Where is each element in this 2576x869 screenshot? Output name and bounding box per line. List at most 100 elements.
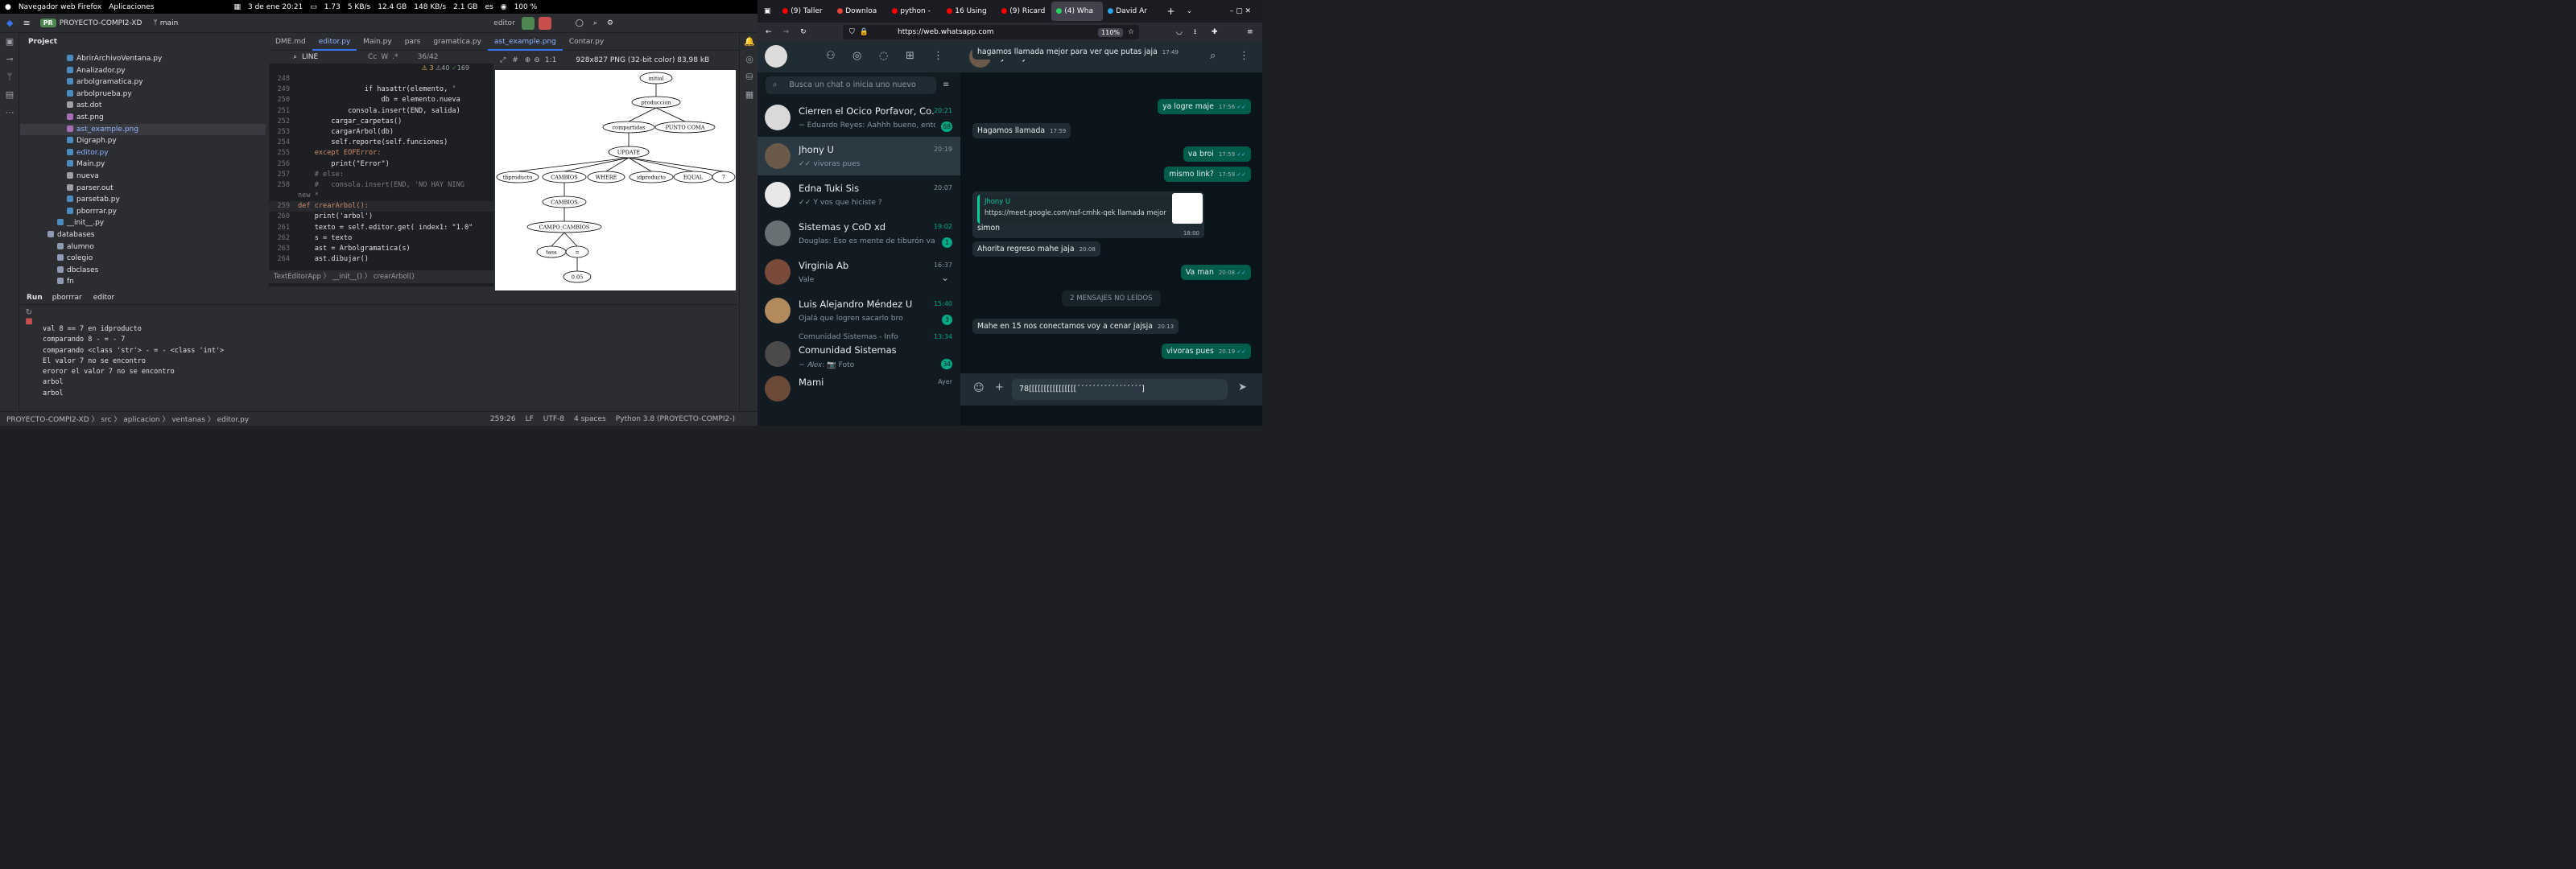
stop-button[interactable]	[538, 16, 551, 30]
project-panel-title[interactable]: Project	[28, 38, 57, 46]
project-tree-item[interactable]: Analizador.py	[20, 65, 266, 77]
message-input[interactable]: 78[[[[[[[[[[[[[[[[´´´´´´´´´´´´´´´´´]	[1012, 379, 1228, 400]
zoom-out-icon[interactable]: ⊖	[534, 56, 540, 64]
run-panel-title[interactable]: Run	[27, 294, 43, 302]
incoming-message[interactable]: Mahe en 15 nos conectamos voy a cenar ja…	[972, 319, 1179, 334]
status-icon[interactable]: ◎	[852, 50, 861, 62]
quoted-link-preview[interactable]: Jhony U https://meet.google.com/nsf-cmhk-…	[977, 193, 1203, 224]
project-tree-item[interactable]: arbolgramatica.py	[20, 76, 266, 89]
reload-icon[interactable]: ↻	[800, 28, 807, 36]
caret-position[interactable]: 259:26	[490, 415, 516, 423]
breadcrumb-function[interactable]: crearArbol()	[374, 273, 415, 281]
breadcrumb-class[interactable]: TextEditorApp	[274, 273, 321, 281]
find-input[interactable]: LINE	[302, 53, 358, 61]
actual-size-button[interactable]: 1:1	[545, 56, 556, 64]
ai-assistant-icon[interactable]: ◎	[740, 51, 759, 68]
editor-tab[interactable]: pars	[398, 33, 427, 51]
status-path-segment[interactable]: aplicacion	[123, 416, 159, 424]
outgoing-message[interactable]: vivoras pues 20:19 ✓✓	[1161, 344, 1251, 359]
rerun-icon[interactable]: ↻	[20, 308, 38, 317]
project-tree-item[interactable]: ast_example.png	[20, 123, 266, 136]
my-avatar[interactable]	[765, 45, 787, 68]
incoming-message[interactable]: Jhony U https://meet.google.com/nsf-cmhk-…	[972, 192, 1204, 238]
editor-tab[interactable]: DME.md	[269, 33, 312, 51]
wifi-icon[interactable]: ◉	[501, 3, 507, 11]
editor-tab[interactable]: Contar.py	[563, 33, 610, 51]
database-icon[interactable]: ⛁	[740, 68, 759, 86]
chat-search-input[interactable]: ⌕ Busca un chat o inicia uno nuevo	[766, 76, 936, 94]
back-icon[interactable]: ←	[766, 28, 772, 36]
filter-icon[interactable]: ≡	[943, 80, 949, 89]
downloads-icon[interactable]: ⭳	[1194, 26, 1196, 39]
url-text[interactable]: https://web.whatsapp.com	[898, 28, 994, 36]
project-tree-item[interactable]: parser.out	[20, 183, 266, 195]
git-tool-icon[interactable]: ᛘ	[0, 68, 19, 86]
more-tools-icon[interactable]: ⋯	[0, 104, 19, 121]
sciview-icon[interactable]: ▦	[740, 86, 759, 104]
outgoing-message[interactable]: va broi 17:59 ✓✓	[1183, 146, 1251, 162]
hamburger-menu-icon[interactable]: ≡	[23, 18, 30, 28]
editor-tab[interactable]: ast_example.png	[487, 33, 563, 51]
window-controls[interactable]: – ▢ ✕	[1230, 7, 1251, 15]
settings-icon[interactable]: ⚙	[607, 19, 613, 27]
breadcrumb-init[interactable]: __init__()	[332, 273, 362, 281]
status-path-segment[interactable]: editor.py	[217, 416, 250, 424]
menu-icon[interactable]: ⋮	[933, 50, 943, 62]
browser-tab[interactable]: ● (9) Taller	[778, 2, 832, 21]
chat-list-item[interactable]: Virginia Ab Vale 16:37 ⌄	[758, 253, 960, 291]
keyboard-layout[interactable]: es	[485, 3, 493, 11]
send-icon[interactable]: ➤	[1238, 381, 1247, 393]
chat-list-item[interactable]: Sistemas y CoD xd Douglas: Eso es mente d…	[758, 214, 960, 253]
chevron-down-icon[interactable]: ⌄	[941, 272, 949, 283]
project-tree-item[interactable]: parsetab.py	[20, 194, 266, 206]
attach-plus-icon[interactable]: +	[995, 381, 1004, 393]
inspection-widget[interactable]: ⚠ 3 ⚠40 ✓169	[269, 64, 493, 74]
chat-list-item[interactable]: Edna Tuki Sis ✓✓ Y vos que hiciste ? 20:07	[758, 175, 960, 214]
editor-tab[interactable]: gramatica.py	[427, 33, 488, 51]
shield-icon[interactable]: ⛉	[849, 28, 855, 36]
zoom-in-icon[interactable]: ⊕	[525, 56, 531, 64]
pocket-icon[interactable]: ◡	[1176, 28, 1183, 36]
incoming-message[interactable]: Hagamos llamada 17:59	[972, 123, 1071, 138]
incoming-message[interactable]: Ahorita regreso mahe jaja 20:08	[972, 241, 1100, 257]
browser-tab[interactable]: ● (4) Wha	[1051, 2, 1103, 21]
interpreter[interactable]: Python 3.8 (PROYECTO-COMPI2-)	[616, 415, 735, 423]
encoding[interactable]: UTF-8	[543, 415, 564, 423]
channels-icon[interactable]: ◌	[879, 50, 888, 62]
project-tree-item[interactable]: nueva	[20, 171, 266, 183]
chat-list-item[interactable]: Luis Alejandro Méndez U Ojalá que logren …	[758, 291, 960, 330]
app-menu[interactable]: Navegador web Firefox	[19, 3, 101, 11]
chat-list-item[interactable]: Mami Ayer	[758, 369, 960, 408]
fit-icon[interactable]: ⤢	[500, 56, 506, 64]
project-tree-item[interactable]: Main.py	[20, 159, 266, 171]
tab-list-icon[interactable]: ⌄	[1187, 7, 1193, 15]
code-editor[interactable]: ⌕ LINE Cc W .* 36/42 ⚠ 3 ⚠40 ✓169 248 249…	[269, 51, 493, 286]
browser-tab[interactable]: ● Downloa	[832, 2, 887, 21]
project-tree-item[interactable]: dbclases	[20, 265, 266, 277]
emoji-icon[interactable]: ☺	[973, 382, 985, 394]
project-tree-item[interactable]: AbrirArchivoVentana.py	[20, 53, 266, 65]
line-ending[interactable]: LF	[526, 415, 534, 423]
browser-tab[interactable]: ● David Ar	[1103, 2, 1158, 21]
project-tree-item[interactable]: databases	[20, 229, 266, 241]
project-tree-item[interactable]: alumno	[20, 241, 266, 253]
stop-icon[interactable]: ■	[20, 317, 38, 326]
app-menu-icon[interactable]: ≡	[1247, 28, 1253, 36]
communities-icon[interactable]: ⚇	[826, 50, 836, 62]
forward-icon[interactable]: →	[783, 28, 790, 36]
project-tree-item[interactable]: fn	[20, 276, 266, 288]
menu-icon[interactable]: ⋮	[1239, 50, 1249, 62]
project-tool-icon[interactable]: ▣	[0, 33, 19, 51]
grid-icon[interactable]: #	[512, 56, 518, 64]
run-config[interactable]: editor	[493, 19, 515, 27]
firefox-view-icon[interactable]: ▣	[764, 7, 771, 15]
project-tree-item[interactable]: ast.dot	[20, 100, 266, 112]
zoom-badge[interactable]: 110%	[1098, 27, 1123, 37]
console-output[interactable]: val 8 == 7 en idproducto comparando 8 - =…	[43, 324, 224, 399]
commit-tool-icon[interactable]: ⊸	[0, 51, 19, 68]
project-tree-item[interactable]: editor.py	[20, 147, 266, 159]
new-tab-icon[interactable]: +	[1167, 6, 1175, 17]
search-icon[interactable]: ⌕	[1210, 50, 1216, 62]
project-tree-item[interactable]: pborrrar.py	[20, 206, 266, 218]
url-bar[interactable]: ⛉ 🔒 https://web.whatsapp.com 110% ☆	[843, 25, 1139, 39]
